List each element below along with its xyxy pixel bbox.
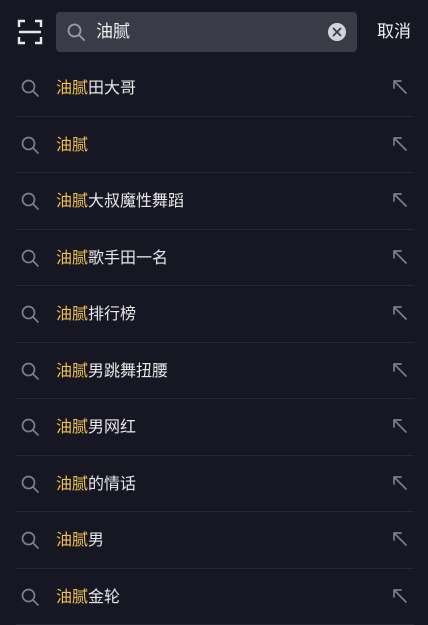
arrow-up-left-icon[interactable] bbox=[390, 416, 410, 436]
suggestion-highlight: 油腻 bbox=[56, 248, 88, 267]
suggestion-item[interactable]: 油腻的情话 bbox=[16, 456, 414, 513]
suggestion-rest: 男 bbox=[88, 530, 104, 549]
suggestion-highlight: 油腻 bbox=[56, 587, 88, 606]
suggestion-highlight: 油腻 bbox=[56, 530, 88, 549]
suggestion-rest: 男网红 bbox=[88, 417, 136, 436]
search-icon bbox=[20, 417, 40, 437]
suggestion-rest: 男跳舞扭腰 bbox=[88, 361, 168, 380]
suggestion-rest: 排行榜 bbox=[88, 304, 136, 323]
search-icon bbox=[20, 587, 40, 607]
suggestion-text: 油腻男网红 bbox=[56, 399, 136, 454]
top-bar: 取消 bbox=[0, 0, 428, 62]
suggestion-text: 油腻的情话 bbox=[56, 456, 136, 511]
suggestion-rest: 田大哥 bbox=[88, 78, 136, 97]
scan-button[interactable] bbox=[16, 18, 44, 46]
suggestion-item[interactable]: 油腻男 bbox=[16, 512, 414, 569]
suggestion-text: 油腻歌手田一名 bbox=[56, 230, 168, 285]
search-icon bbox=[20, 530, 40, 550]
search-icon bbox=[20, 191, 40, 211]
suggestion-item[interactable]: 油腻男网红 bbox=[16, 399, 414, 456]
suggestion-item[interactable]: 油腻男跳舞扭腰 bbox=[16, 343, 414, 400]
search-input[interactable] bbox=[96, 12, 316, 52]
suggestion-rest: 歌手田一名 bbox=[88, 248, 168, 267]
suggestion-text: 油腻大叔魔性舞蹈 bbox=[56, 173, 184, 228]
cancel-button[interactable]: 取消 bbox=[366, 12, 422, 52]
suggestion-highlight: 油腻 bbox=[56, 78, 88, 97]
arrow-up-left-icon[interactable] bbox=[390, 134, 410, 154]
clear-button[interactable] bbox=[327, 22, 347, 42]
suggestion-highlight: 油腻 bbox=[56, 304, 88, 323]
suggestion-highlight: 油腻 bbox=[56, 474, 88, 493]
arrow-up-left-icon[interactable] bbox=[390, 360, 410, 380]
suggestion-text: 油腻排行榜 bbox=[56, 286, 136, 341]
suggestion-text: 油腻田大哥 bbox=[56, 60, 136, 115]
arrow-up-left-icon[interactable] bbox=[390, 77, 410, 97]
arrow-up-left-icon[interactable] bbox=[390, 303, 410, 323]
search-box[interactable] bbox=[56, 12, 357, 52]
search-icon bbox=[20, 304, 40, 324]
suggestion-rest: 大叔魔性舞蹈 bbox=[88, 191, 184, 210]
clear-icon bbox=[327, 22, 347, 42]
search-icon bbox=[20, 474, 40, 494]
suggestion-text: 油腻男跳舞扭腰 bbox=[56, 343, 168, 398]
arrow-up-left-icon[interactable] bbox=[390, 473, 410, 493]
suggestion-text: 油腻金轮 bbox=[56, 569, 120, 624]
search-icon bbox=[66, 22, 86, 42]
suggestion-highlight: 油腻 bbox=[56, 135, 88, 154]
suggestion-item[interactable]: 油腻排行榜 bbox=[16, 286, 414, 343]
suggestion-item[interactable]: 油腻 bbox=[16, 117, 414, 174]
suggestion-highlight: 油腻 bbox=[56, 361, 88, 380]
search-icon bbox=[20, 135, 40, 155]
suggestion-item[interactable]: 油腻歌手田一名 bbox=[16, 230, 414, 287]
suggestion-highlight: 油腻 bbox=[56, 191, 88, 210]
search-icon bbox=[20, 78, 40, 98]
suggestion-rest: 的情话 bbox=[88, 474, 136, 493]
suggestion-text: 油腻男 bbox=[56, 512, 104, 567]
arrow-up-left-icon[interactable] bbox=[390, 586, 410, 606]
suggestion-list: 油腻田大哥 油腻 油腻大叔魔性舞蹈 油腻歌手田一名 油腻排行榜 油腻男跳舞扭腰 … bbox=[0, 60, 428, 625]
search-icon bbox=[20, 361, 40, 381]
suggestion-highlight: 油腻 bbox=[56, 417, 88, 436]
arrow-up-left-icon[interactable] bbox=[390, 529, 410, 549]
suggestion-item[interactable]: 油腻大叔魔性舞蹈 bbox=[16, 173, 414, 230]
arrow-up-left-icon[interactable] bbox=[390, 190, 410, 210]
scan-icon bbox=[16, 18, 44, 46]
suggestion-text: 油腻 bbox=[56, 117, 88, 172]
arrow-up-left-icon[interactable] bbox=[390, 247, 410, 267]
suggestion-item[interactable]: 油腻田大哥 bbox=[16, 60, 414, 117]
search-icon bbox=[20, 248, 40, 268]
suggestion-rest: 金轮 bbox=[88, 587, 120, 606]
